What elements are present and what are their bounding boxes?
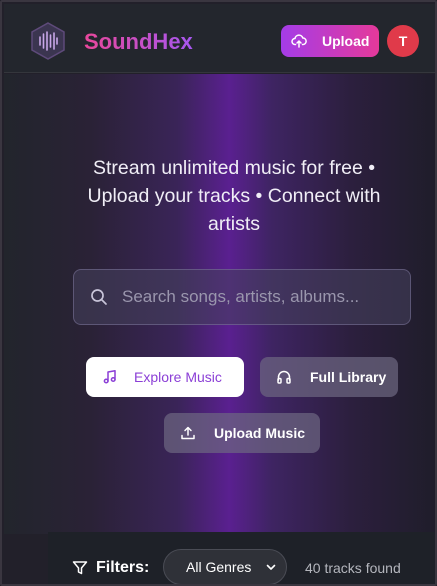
upload-icon bbox=[181, 426, 195, 440]
upload-button[interactable]: Upload bbox=[281, 25, 379, 57]
explore-music-button[interactable]: Explore Music bbox=[86, 357, 244, 397]
chevron-down-icon bbox=[267, 564, 276, 570]
headphones-icon bbox=[277, 370, 291, 384]
full-library-button[interactable]: Full Library bbox=[260, 357, 398, 397]
search-input[interactable] bbox=[122, 287, 392, 307]
track-count: 40 tracks found bbox=[305, 560, 401, 576]
hero-section: Stream unlimited music for free • Upload… bbox=[4, 74, 435, 534]
upload-button-label: Upload bbox=[322, 33, 370, 49]
search-icon bbox=[91, 289, 107, 305]
logo-icon[interactable] bbox=[28, 21, 68, 61]
cloud-upload-icon bbox=[291, 34, 307, 48]
filters-label: Filters: bbox=[72, 559, 149, 577]
full-library-label: Full Library bbox=[310, 369, 387, 385]
genre-select-value: All Genres bbox=[186, 559, 252, 575]
user-avatar[interactable]: T bbox=[387, 25, 419, 57]
genre-select[interactable]: All Genres bbox=[163, 549, 287, 584]
filters-label-text: Filters: bbox=[96, 559, 150, 576]
upload-music-label: Upload Music bbox=[214, 425, 306, 441]
explore-music-label: Explore Music bbox=[134, 369, 222, 385]
search-box[interactable] bbox=[73, 269, 411, 325]
upload-music-button[interactable]: Upload Music bbox=[164, 413, 320, 453]
filter-icon bbox=[72, 561, 88, 575]
brand-name[interactable]: SoundHex bbox=[84, 29, 193, 55]
app-frame: SoundHex Upload T Stream unlimited music… bbox=[0, 0, 437, 586]
music-note-icon bbox=[103, 370, 116, 384]
hero-tagline: Stream unlimited music for free • Upload… bbox=[87, 157, 381, 235]
